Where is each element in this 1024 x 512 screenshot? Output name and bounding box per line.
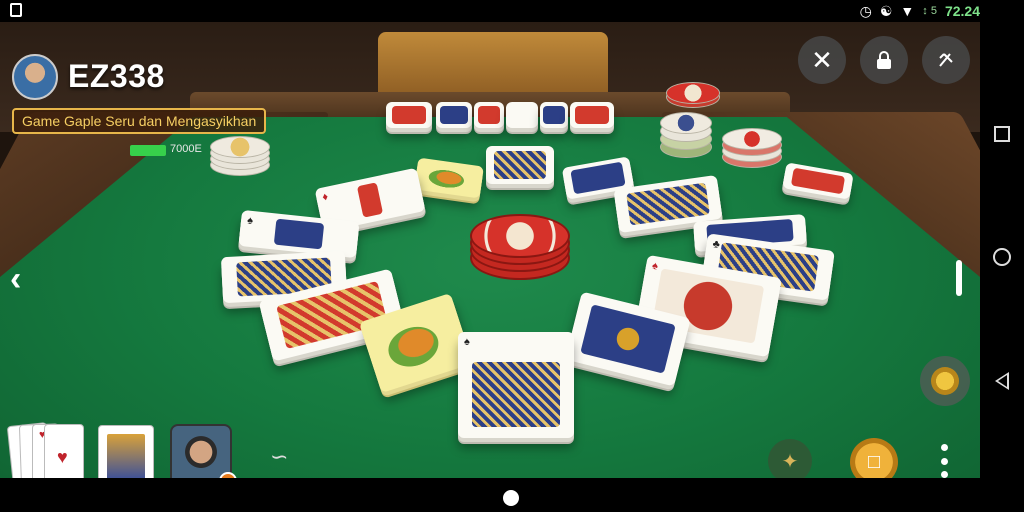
chevron-left-icon[interactable]: ‹ [10, 260, 21, 299]
tools-icon [939, 53, 953, 67]
wifi-icon: ▼ [900, 3, 915, 19]
domino-tile[interactable] [570, 102, 614, 128]
bottom-dot-indicator[interactable] [503, 490, 519, 506]
chip-stack [210, 136, 270, 176]
app-subtitle: Game Gaple Seru dan Mengasyikhan [12, 108, 267, 134]
lock-icon [877, 51, 891, 69]
chip-stack [666, 82, 720, 108]
card-art [107, 434, 145, 478]
domino-tile[interactable] [506, 102, 538, 128]
hand-cards[interactable]: ♥ ♥ [6, 422, 84, 478]
battery-label: 7000E [170, 143, 202, 155]
back-icon[interactable] [995, 372, 1009, 390]
hand-gesture-icon[interactable]: ∽ [270, 444, 288, 470]
close-icon: ✕ [811, 45, 833, 75]
notification-icon [10, 3, 22, 17]
chip-stack [660, 108, 716, 158]
settings-button[interactable] [922, 36, 970, 84]
avatar[interactable] [12, 54, 58, 100]
home-icon[interactable] [993, 248, 1011, 266]
joker-card[interactable] [98, 425, 154, 478]
domino-tile[interactable] [486, 146, 554, 184]
system-navigation-bar [980, 22, 1024, 512]
game-scene: ♦ ♠ ♣ ♠ ♠ EZ338 Game Gaple Seru dan Meng… [0, 22, 980, 478]
emblem-icon: ✦ [781, 450, 799, 473]
domino-tile[interactable] [436, 102, 472, 128]
status-right: ◷ ☯ ▼ ↕ 5 72.24 [860, 2, 980, 20]
bottom-bar [0, 478, 980, 512]
domino-tile[interactable] [540, 102, 568, 128]
recents-icon[interactable] [994, 126, 1010, 142]
domino-tile-featured[interactable]: ♠ [458, 332, 574, 438]
center-chip-stack [470, 214, 570, 282]
status-bar: ◷ ☯ ▼ ↕ 5 72.24 [0, 0, 1024, 22]
domino-tile[interactable] [386, 102, 432, 128]
close-button[interactable]: ✕ [798, 36, 846, 84]
coin-button[interactable] [920, 356, 970, 406]
lock-button[interactable] [860, 36, 908, 84]
sync-icon: ☯ [879, 3, 893, 19]
battery-bar [130, 145, 166, 156]
app-title: EZ338 [68, 58, 165, 94]
deck-icon: □ [867, 450, 881, 473]
deck-button[interactable]: □ [850, 438, 898, 478]
player-avatar[interactable] [170, 424, 232, 478]
alarm-icon: ◷ [859, 3, 872, 19]
chip-stack [722, 128, 782, 168]
emblem-button[interactable]: ✦ [768, 439, 812, 478]
network-indicator: ↕ 5 [922, 5, 937, 17]
more-vertical-icon[interactable] [938, 444, 950, 478]
side-handle[interactable] [956, 260, 962, 296]
domino-tile[interactable] [474, 102, 504, 128]
playing-card[interactable]: ♥ [44, 424, 84, 478]
coin-icon [931, 367, 959, 395]
clock: 72.24 [944, 3, 980, 19]
